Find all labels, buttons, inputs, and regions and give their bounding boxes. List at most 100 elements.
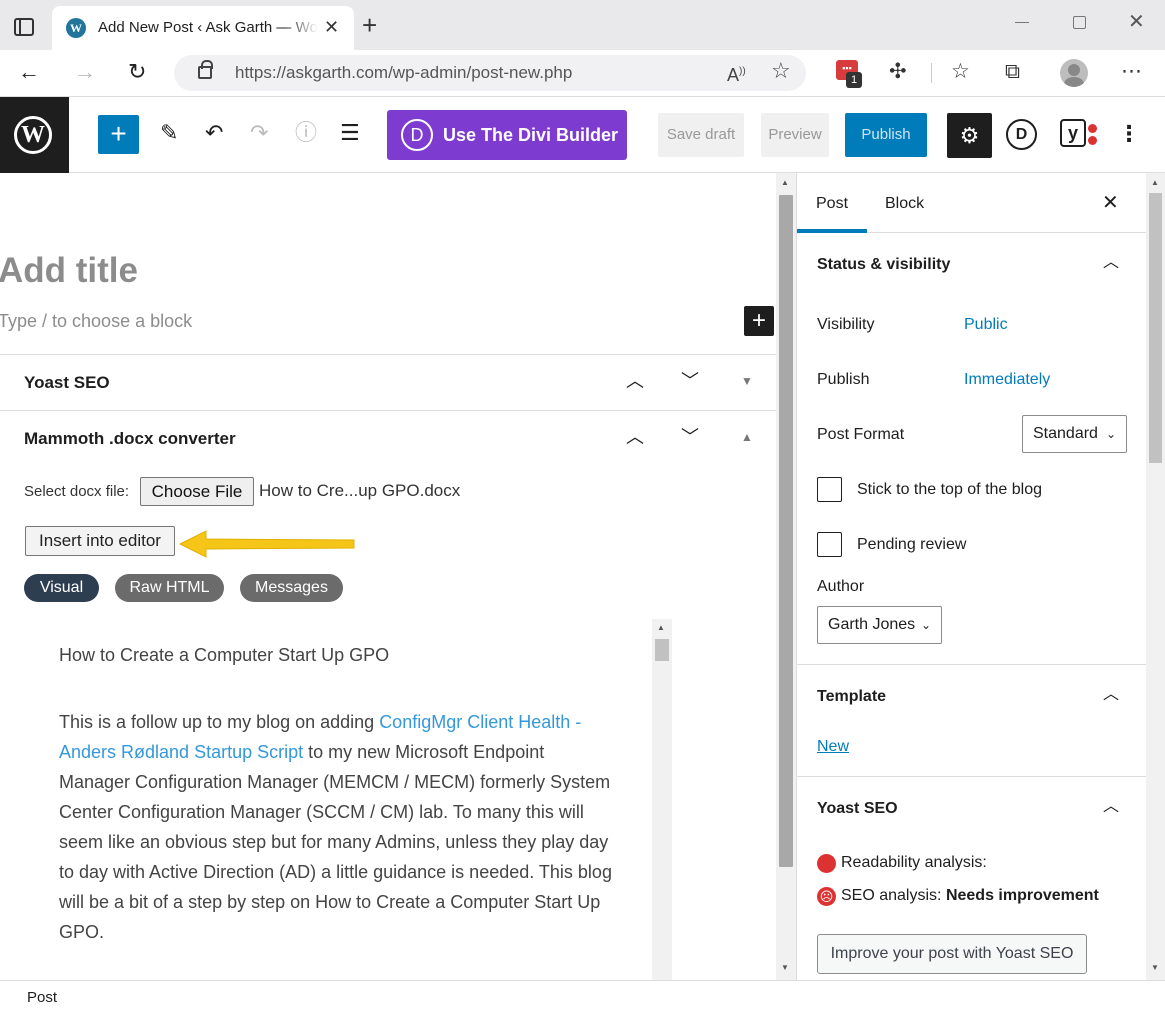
browser-tab-active[interactable]: W Add New Post ‹ Ask Garth — WordPress ✕ xyxy=(52,6,354,50)
block-inserter-button[interactable]: + xyxy=(98,115,139,154)
stick-to-top-label[interactable]: Stick to the top of the blog xyxy=(857,479,1042,501)
tab-block[interactable]: Block xyxy=(885,173,924,233)
tab-post[interactable]: Post xyxy=(797,173,868,233)
block-appender[interactable]: Type / to choose a block xyxy=(0,310,192,332)
author-value: Garth Jones xyxy=(828,616,916,633)
wordpress-favicon-icon: W xyxy=(66,18,86,38)
scroll-down-arrow-icon[interactable]: ▼ xyxy=(1151,963,1159,973)
chevron-down-icon: ⌄ xyxy=(920,618,931,632)
yoast-toolbar-icon[interactable]: y xyxy=(1060,119,1086,147)
add-favorite-icon[interactable]: ☆ xyxy=(771,58,791,84)
mammoth-metabox-header[interactable]: Mammoth .docx converter ︿ ﹀ ▲ xyxy=(0,410,776,466)
move-up-chevron-icon[interactable]: ︿ xyxy=(626,425,644,449)
settings-sidebar: Post Block ✕ Status & visibility ︿ Visib… xyxy=(796,173,1146,980)
close-sidebar-icon[interactable]: ✕ xyxy=(1102,191,1119,215)
move-up-chevron-icon[interactable]: ︿ xyxy=(626,369,644,393)
scroll-up-arrow-icon[interactable]: ▲ xyxy=(1151,178,1159,188)
seo-analysis-text: SEO analysis: Needs improvement xyxy=(841,885,1099,907)
panel-divider xyxy=(797,776,1146,777)
insert-into-editor-button[interactable]: Insert into editor xyxy=(25,526,175,556)
post-format-value: Standard xyxy=(1033,425,1098,442)
preview-scrollbar[interactable]: ▲ xyxy=(652,619,672,980)
read-aloud-icon[interactable]: A)) xyxy=(727,60,746,87)
profile-avatar[interactable] xyxy=(1060,59,1088,87)
extensions-puzzle-icon[interactable]: ✣ xyxy=(889,59,907,85)
url-field[interactable]: https://askgarth.com/wp-admin/post-new.p… xyxy=(174,55,806,91)
tab-visual[interactable]: Visual xyxy=(24,574,99,602)
sidebar-scroll-thumb[interactable] xyxy=(1149,193,1162,463)
pending-review-checkbox[interactable] xyxy=(817,532,842,557)
yoast-panel-header[interactable]: Yoast SEO ︿ xyxy=(797,798,1146,820)
browser-tab-bar: W Add New Post ‹ Ask Garth — WordPress ✕… xyxy=(0,0,1165,50)
template-panel-header[interactable]: Template ︿ xyxy=(797,686,1146,708)
undo-icon[interactable]: ↶ xyxy=(205,119,223,147)
tab-actions-icon[interactable] xyxy=(14,18,34,36)
status-visibility-panel-header[interactable]: Status & visibility ︿ xyxy=(797,254,1146,276)
docx-preview-pane: How to Create a Computer Start Up GPO Th… xyxy=(24,619,672,980)
readability-status-icon xyxy=(817,854,836,873)
redo-icon[interactable]: ↷ xyxy=(250,119,268,147)
post-title-input[interactable]: Add title xyxy=(0,249,138,293)
browser-more-icon[interactable]: ⋯ xyxy=(1121,59,1142,85)
preview-text: to my new Microsoft Endpoint Manager Con… xyxy=(59,742,612,942)
scroll-down-arrow-icon[interactable]: ▼ xyxy=(781,963,789,973)
visibility-toggle[interactable]: Public xyxy=(964,314,1008,336)
lock-icon[interactable] xyxy=(198,60,213,79)
wordpress-logo[interactable]: W xyxy=(0,97,69,173)
save-draft-button[interactable]: Save draft xyxy=(658,113,744,157)
scroll-up-arrow-icon[interactable]: ▲ xyxy=(781,178,789,188)
editor-scroll-thumb[interactable] xyxy=(779,195,793,867)
divi-builder-button[interactable]: D Use The Divi Builder xyxy=(387,110,627,160)
publish-date-toggle[interactable]: Immediately xyxy=(964,369,1050,391)
collections-icon[interactable]: ⧉ xyxy=(1005,59,1020,85)
move-down-chevron-icon[interactable]: ﹀ xyxy=(681,425,699,449)
details-info-icon[interactable]: ⓘ xyxy=(295,119,317,147)
url-text[interactable]: https://askgarth.com/wp-admin/post-new.p… xyxy=(235,63,572,83)
new-tab-icon[interactable]: + xyxy=(362,10,377,40)
forward-icon[interactable]: → xyxy=(74,58,96,86)
publish-label: Publish xyxy=(817,371,870,388)
window-close-icon[interactable]: ✕ xyxy=(1128,10,1145,34)
window-minimize-icon[interactable] xyxy=(1015,22,1029,23)
sidebar-scrollbar[interactable]: ▲ ▼ xyxy=(1146,173,1165,980)
visibility-label: Visibility xyxy=(817,316,875,333)
list-view-icon[interactable]: ☰ xyxy=(340,119,360,147)
yoast-metabox-header[interactable]: Yoast SEO ︿ ﹀ ▼ xyxy=(0,354,776,410)
author-select[interactable]: Garth Jones ⌄ xyxy=(817,606,942,644)
scroll-up-arrow-icon[interactable]: ▲ xyxy=(657,623,665,633)
options-more-icon[interactable]: ⋮ xyxy=(1118,121,1140,147)
template-new-link[interactable]: New xyxy=(817,736,849,758)
tab-raw-html[interactable]: Raw HTML xyxy=(115,574,224,602)
block-breadcrumb[interactable]: Post xyxy=(27,989,57,1007)
extension-badge: 1 xyxy=(846,72,862,88)
preview-document-title: How to Create a Computer Start Up GPO xyxy=(59,645,390,665)
settings-gear-icon[interactable]: ⚙ xyxy=(947,113,992,158)
window-maximize-icon[interactable] xyxy=(1073,16,1086,29)
edit-pencil-icon[interactable]: ✎ xyxy=(160,119,178,147)
editor-scrollbar[interactable]: ▲ ▼ xyxy=(776,173,796,980)
toggle-panel-icon[interactable]: ▲ xyxy=(741,429,753,445)
inline-block-inserter-button[interactable]: + xyxy=(744,306,774,336)
metabox-title: Yoast SEO xyxy=(24,373,110,392)
preview-button[interactable]: Preview xyxy=(761,113,829,157)
preview-scroll-thumb[interactable] xyxy=(655,639,669,661)
wordpress-logo-icon: W xyxy=(14,116,52,154)
divi-toolbar-icon[interactable]: D xyxy=(1006,119,1037,150)
seo-sad-face-icon: ☹ xyxy=(817,887,836,906)
tab-close-icon[interactable]: ✕ xyxy=(324,16,339,38)
back-icon[interactable]: ← xyxy=(18,58,40,86)
move-down-chevron-icon[interactable]: ﹀ xyxy=(681,369,699,393)
panel-title: Yoast SEO xyxy=(817,800,898,817)
stick-to-top-checkbox[interactable] xyxy=(817,477,842,502)
preview-paragraph: This is a follow up to my blog on adding… xyxy=(59,707,619,947)
reload-icon[interactable]: ↻ xyxy=(128,58,146,86)
yellow-arrow-annotation xyxy=(178,530,355,558)
favorites-icon[interactable]: ☆ xyxy=(951,59,970,85)
tab-messages[interactable]: Messages xyxy=(240,574,343,602)
choose-file-button[interactable]: Choose File xyxy=(140,477,254,506)
publish-button[interactable]: Publish xyxy=(845,113,927,157)
post-format-select[interactable]: Standard ⌄ xyxy=(1022,415,1127,453)
improve-post-yoast-button[interactable]: Improve your post with Yoast SEO xyxy=(817,934,1087,974)
toggle-panel-icon[interactable]: ▼ xyxy=(741,373,753,389)
pending-review-label[interactable]: Pending review xyxy=(857,534,966,556)
